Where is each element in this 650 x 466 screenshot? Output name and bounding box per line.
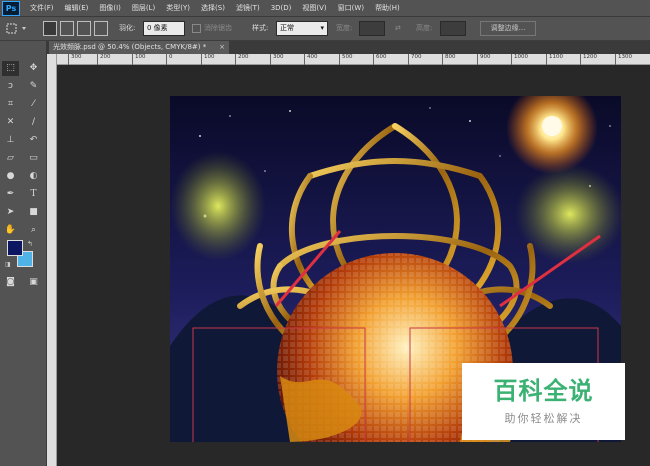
menu-filter[interactable]: 滤镜(T) bbox=[236, 3, 260, 13]
antialias-label: 消除锯齿 bbox=[204, 24, 232, 32]
marquee-icon[interactable]: ⬚ bbox=[2, 61, 19, 76]
ruler-tick-label: 1100 bbox=[546, 54, 563, 65]
menu-edit[interactable]: 编辑(E) bbox=[65, 3, 89, 13]
document-tab-title: 光效频脉.psd @ 50.4% (Objects, CMYK/8#) * bbox=[53, 43, 207, 51]
style-select-value: 正常 bbox=[280, 24, 294, 32]
refine-edge-button[interactable]: 调整边缘... bbox=[480, 21, 536, 36]
hand-icon[interactable]: ✋ bbox=[2, 223, 19, 238]
ruler-tick-label: 1200 bbox=[580, 54, 597, 65]
subtract-selection-icon[interactable] bbox=[77, 21, 91, 36]
watermark-badge: 百科全说 助你轻松解决 bbox=[462, 363, 625, 440]
eraser-icon[interactable]: ▱ bbox=[2, 151, 19, 166]
screen-mode-icon[interactable]: ▣ bbox=[25, 275, 42, 290]
document-tab-bar: 光效频脉.psd @ 50.4% (Objects, CMYK/8#) * × bbox=[47, 41, 650, 54]
chevron-down-icon: ▾ bbox=[320, 24, 324, 32]
stamp-icon[interactable]: ⊥ bbox=[2, 133, 19, 148]
add-selection-icon[interactable] bbox=[60, 21, 74, 36]
antialias-checkbox[interactable] bbox=[192, 24, 201, 33]
height-label: 高度: bbox=[416, 24, 433, 32]
shape-icon[interactable]: ■ bbox=[25, 205, 42, 220]
gradient-icon[interactable]: ▭ bbox=[25, 151, 42, 166]
eyedropper-icon[interactable]: ⁄ bbox=[25, 97, 42, 112]
quickmask-icon[interactable]: ◙ bbox=[2, 275, 19, 290]
ruler-tick-label: 300 bbox=[68, 54, 82, 65]
crop-icon[interactable]: ⌗ bbox=[2, 97, 19, 112]
document-tab[interactable]: 光效频脉.psd @ 50.4% (Objects, CMYK/8#) * × bbox=[49, 41, 229, 54]
ruler-tick-label: 100 bbox=[132, 54, 146, 65]
default-colors-icon[interactable]: ◨ bbox=[5, 261, 11, 268]
menu-help[interactable]: 帮助(H) bbox=[375, 3, 400, 13]
move-icon[interactable]: ✥ bbox=[25, 61, 42, 76]
tool-preset-icon[interactable] bbox=[3, 21, 33, 36]
ruler-tick-label: 600 bbox=[373, 54, 387, 65]
ruler-tick-label: 100 bbox=[201, 54, 215, 65]
pen-icon[interactable]: ✒ bbox=[2, 187, 19, 202]
new-selection-icon[interactable] bbox=[43, 21, 57, 36]
intersect-selection-icon[interactable] bbox=[94, 21, 108, 36]
ruler-tick-label: 400 bbox=[304, 54, 318, 65]
ruler-tick-label: 200 bbox=[235, 54, 249, 65]
style-label: 样式: bbox=[252, 24, 269, 32]
swap-dimensions-icon[interactable]: ⇄ bbox=[395, 21, 401, 36]
menu-window[interactable]: 窗口(W) bbox=[338, 3, 364, 13]
menu-bar: Ps 文件(F) 编辑(E) 图像(I) 图层(L) 类型(Y) 选择(S) 滤… bbox=[0, 0, 650, 17]
menu-type[interactable]: 类型(Y) bbox=[166, 3, 190, 13]
blur-icon[interactable]: ● bbox=[2, 169, 19, 184]
menu-file[interactable]: 文件(F) bbox=[30, 3, 54, 13]
toolbox: ⬚ ✥ ↄ ✎ ⌗ ⁄ ✕ ∕ ⊥ ↶ ▱ ▭ ● ◐ ✒ T ➤ ■ ✋ ⌕ … bbox=[0, 41, 47, 466]
width-input[interactable] bbox=[359, 21, 385, 36]
ruler-tick-label: 1300 bbox=[615, 54, 632, 65]
foreground-color-swatch[interactable] bbox=[7, 240, 23, 256]
menu-image[interactable]: 图像(I) bbox=[99, 3, 121, 13]
zoom-icon[interactable]: ⌕ bbox=[25, 223, 42, 238]
type-icon[interactable]: T bbox=[25, 187, 42, 202]
healing-icon[interactable]: ✕ bbox=[2, 115, 19, 130]
horizontal-ruler[interactable]: 300 200 100 0 100 200 300 400 500 600 70… bbox=[57, 54, 650, 65]
ruler-tick-label: 900 bbox=[477, 54, 491, 65]
ruler-tick-label: 800 bbox=[442, 54, 456, 65]
ruler-tick-label: 1000 bbox=[511, 54, 528, 65]
ruler-tick-label: 500 bbox=[339, 54, 353, 65]
quick-select-icon[interactable]: ✎ bbox=[25, 79, 42, 94]
watermark-title: 百科全说 bbox=[493, 377, 594, 405]
lasso-icon[interactable]: ↄ bbox=[2, 79, 19, 94]
photoshop-logo: Ps bbox=[2, 0, 20, 16]
path-select-icon[interactable]: ➤ bbox=[2, 205, 19, 220]
width-label: 宽度: bbox=[336, 24, 353, 32]
ruler-tick-label: 0 bbox=[166, 54, 173, 65]
close-icon[interactable]: × bbox=[219, 41, 225, 54]
ruler-tick-label: 700 bbox=[408, 54, 422, 65]
ruler-tick-label: 300 bbox=[270, 54, 284, 65]
watermark-subtitle: 助你轻松解决 bbox=[504, 412, 583, 425]
dodge-icon[interactable]: ◐ bbox=[25, 169, 42, 184]
height-input[interactable] bbox=[440, 21, 466, 36]
menu-view[interactable]: 视图(V) bbox=[302, 3, 326, 13]
feather-input[interactable]: 0 像素 bbox=[143, 21, 185, 36]
options-bar: 羽化: 0 像素 消除锯齿 样式: 正常 ▾ 宽度: ⇄ 高度: 调整边缘... bbox=[0, 17, 650, 41]
feather-label: 羽化: bbox=[119, 24, 136, 32]
menu-3d[interactable]: 3D(D) bbox=[271, 4, 292, 12]
swap-colors-icon[interactable]: ↰ bbox=[27, 240, 33, 248]
ruler-tick-label: 200 bbox=[97, 54, 111, 65]
history-brush-icon[interactable]: ↶ bbox=[25, 133, 42, 148]
vertical-ruler[interactable] bbox=[47, 54, 57, 466]
menu-layer[interactable]: 图层(L) bbox=[132, 3, 155, 13]
style-select[interactable]: 正常 ▾ bbox=[276, 21, 328, 36]
brush-icon[interactable]: ∕ bbox=[25, 115, 42, 130]
menu-select[interactable]: 选择(S) bbox=[201, 3, 225, 13]
